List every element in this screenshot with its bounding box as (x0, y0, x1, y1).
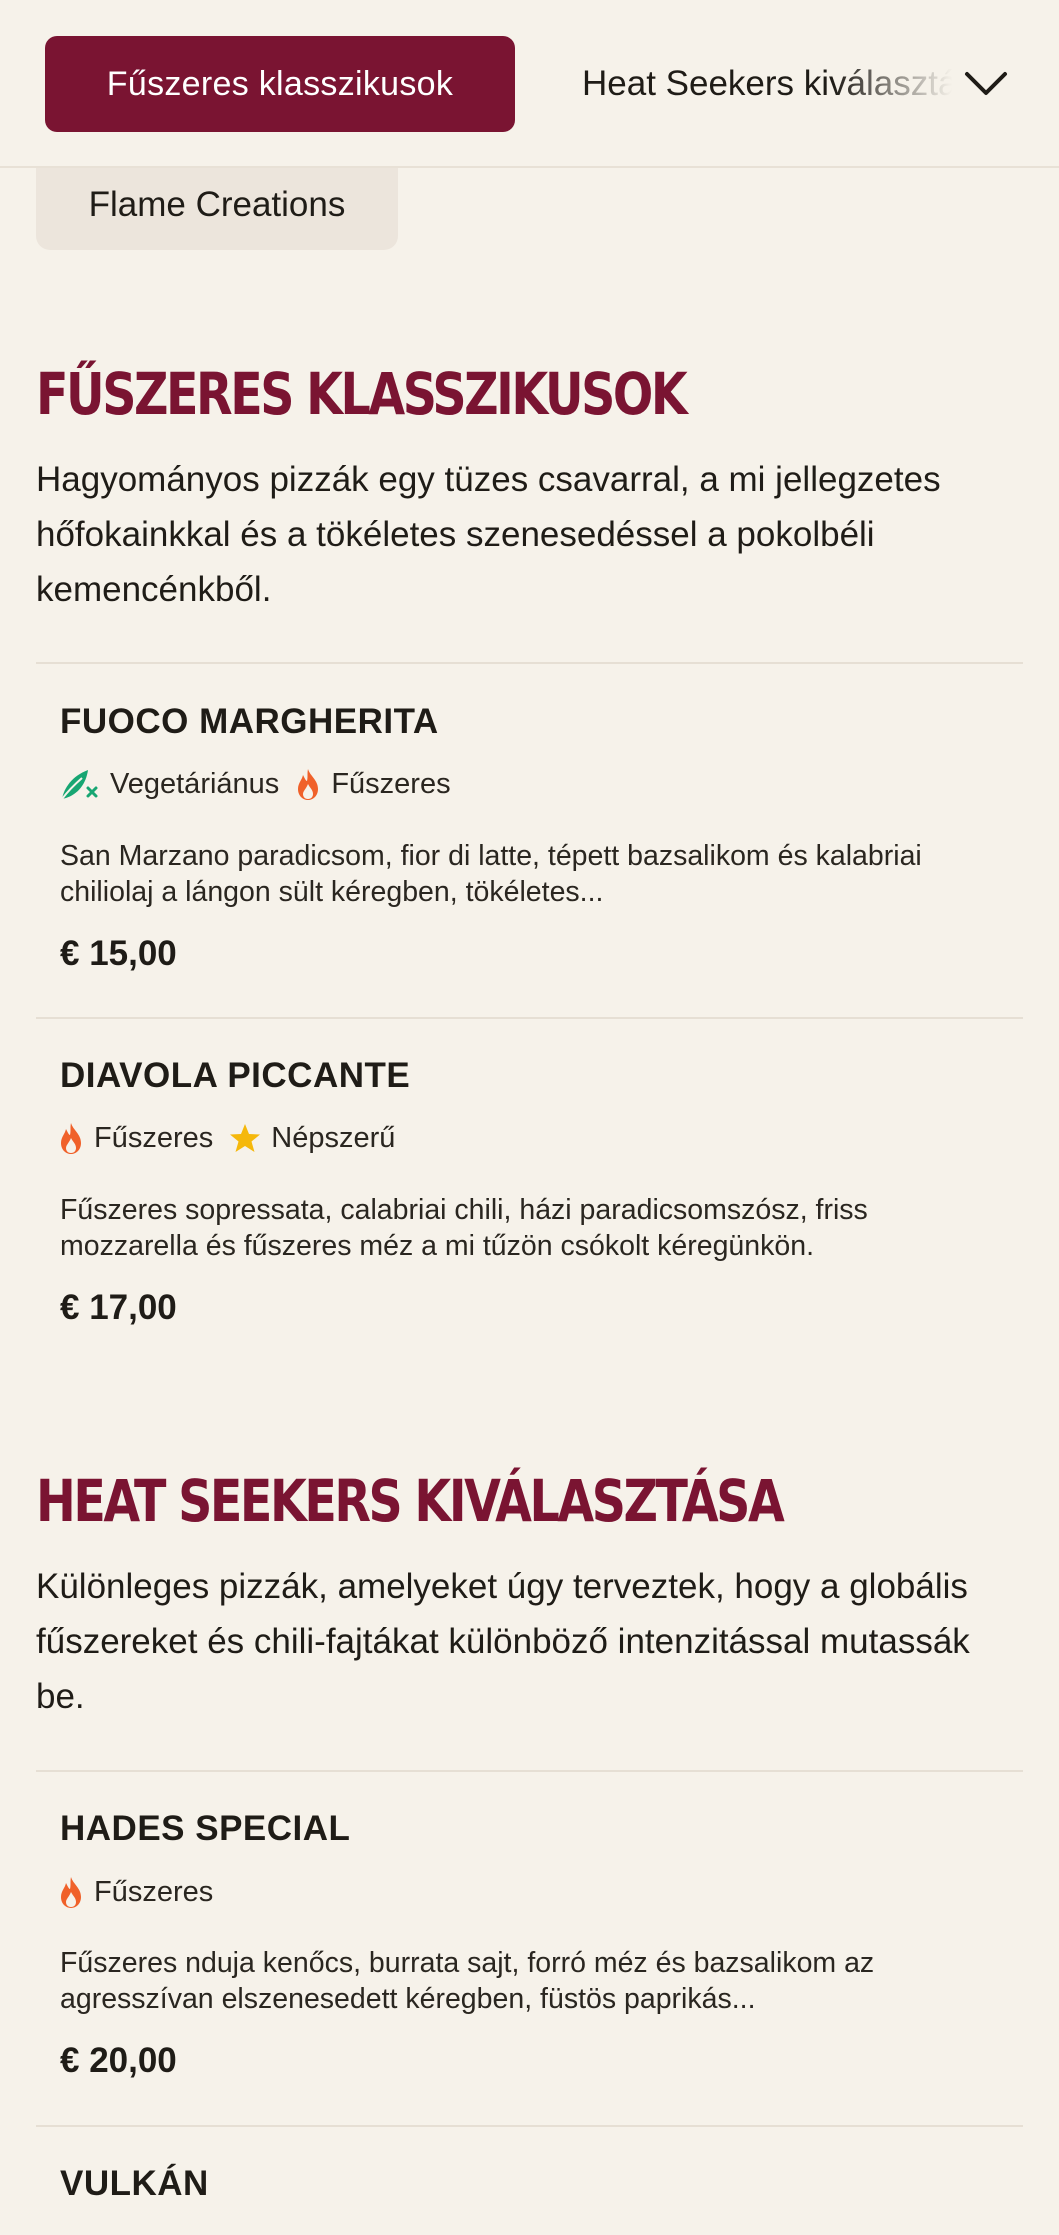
item-tags: Vegetáriánus Fűszeres (58, 764, 467, 804)
tag-label: Fűszeres (94, 1121, 214, 1154)
tag-spicy: Fűszeres (58, 1875, 213, 1909)
tag-label: Népszerű (271, 1121, 396, 1154)
divider (36, 1017, 1023, 1019)
divider (36, 662, 1023, 664)
tab-heat-seekers[interactable]: Heat Seekers kiválasztása (582, 36, 952, 132)
item-name: FUOCO MARGHERITA (60, 702, 439, 741)
item-price: € 15,00 (60, 934, 177, 973)
item-price: € 17,00 (60, 1288, 177, 1327)
item-description: Fűszeres sopressata, calabriai chili, há… (60, 1194, 868, 1262)
tag-spicy: Fűszeres (58, 1121, 213, 1155)
item-price: € 20,00 (60, 2041, 177, 2080)
item-name: DIAVOLA PICCANTE (60, 1056, 411, 1095)
tag-spicy: Fűszeres (295, 767, 451, 801)
item-name: HADES SPECIAL (60, 1809, 351, 1848)
flame-icon (61, 1877, 81, 1908)
tab-flame-creations[interactable]: Flame Creations (36, 160, 398, 250)
tag-label: Fűszeres (94, 1875, 214, 1908)
chevron-down-icon[interactable] (960, 58, 1012, 110)
item-tags: Fűszeres Népszerű (58, 1118, 411, 1158)
flame-icon (298, 769, 319, 800)
section-title: FŰSZERES KLASSZIKUSOK (36, 360, 688, 428)
category-nav-bar: Fűszeres klasszikusok Heat Seekers kivál… (0, 0, 1059, 168)
item-description: Fűszeres nduja kenőcs, burrata sajt, for… (60, 1947, 875, 2015)
section-description: Hagyományos pizzák egy tüzes csavarral, … (36, 460, 941, 609)
leaf-icon (61, 770, 98, 800)
item-description: San Marzano paradicsom, fior di latte, t… (60, 840, 922, 908)
section-description: Különleges pizzák, amelyeket úgy tervezt… (36, 1567, 970, 1716)
item-name: VULKÁN (60, 2164, 209, 2203)
star-icon (230, 1124, 261, 1152)
tag-vegetarian: Vegetáriánus (58, 766, 279, 802)
flame-icon (61, 1123, 81, 1154)
item-tags: Fűszeres (58, 1872, 229, 1912)
tag-label: Fűszeres (331, 767, 451, 800)
divider (36, 2125, 1023, 2127)
tag-popular: Népszerű (229, 1122, 395, 1155)
section-title: HEAT SEEKERS KIVÁLASZTÁSA (36, 1467, 785, 1535)
tab-spicy-classics[interactable]: Fűszeres klasszikusok (45, 36, 515, 132)
tag-label: Vegetáriánus (110, 767, 280, 800)
divider (36, 1770, 1023, 1772)
